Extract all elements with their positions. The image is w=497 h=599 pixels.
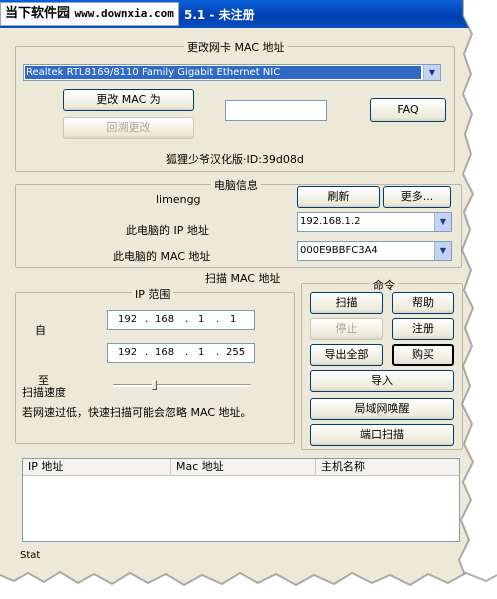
buy-button[interactable]: 购买 (392, 344, 454, 366)
chevron-down-icon[interactable]: ▼ (434, 242, 451, 260)
change-mac-button[interactable]: 更改 MAC 为 (63, 89, 194, 111)
results-header: IP 地址 Mac 地址 主机名称 (23, 459, 459, 476)
to-ip-octet-3: 1 (198, 347, 205, 358)
to-ip-octet-2: 168 (155, 347, 175, 358)
scan-warning-text: 若网速过低，快速扫描可能会忽略 MAC 地址。 (22, 406, 252, 419)
computer-info-caption: 电脑信息 (211, 177, 261, 193)
new-mac-input[interactable] (225, 100, 327, 121)
mac-address-value: 000E9BBFC3A4 (300, 245, 378, 256)
from-ip-octet-3: 1 (198, 314, 205, 325)
mac-address-select[interactable]: 000E9BBFC3A4 ▼ (297, 241, 452, 261)
to-ip-octet-1: 192 (118, 347, 138, 358)
column-ip-address[interactable]: IP 地址 (23, 459, 171, 475)
lan-wake-button[interactable]: 局域网唤醒 (310, 398, 454, 420)
watermark-site: www.downxia.com (74, 7, 174, 20)
mac-address-label: 此电脑的 MAC 地址 (113, 250, 211, 263)
app-window: 当下软件园 www.downxia.com 5.1 - 未注册 更改网卡 MAC… (0, 0, 497, 599)
stop-button[interactable]: 停止 (310, 318, 383, 340)
status-bar: Stat (20, 550, 41, 561)
column-mac-address[interactable]: Mac 地址 (171, 459, 316, 475)
ip-address-select[interactable]: 192.168.1.2 ▼ (297, 212, 452, 232)
to-ip-input[interactable]: 192 . 168 . 1 . 255 (107, 343, 255, 363)
chevron-down-icon[interactable]: ▼ (423, 65, 440, 80)
computer-name: limengg (156, 193, 201, 206)
ip-address-value: 192.168.1.2 (300, 216, 361, 227)
ip-range-caption: IP 范围 (132, 286, 174, 302)
chevron-down-icon[interactable]: ▼ (434, 213, 451, 231)
column-host-name[interactable]: 主机名称 (316, 459, 459, 475)
scan-speed-thumb[interactable] (152, 380, 158, 390)
version-id-text: 狐狸少爷汉化版·ID:39d08d (166, 153, 304, 166)
from-ip-octet-2: 168 (155, 314, 175, 325)
import-button[interactable]: 导入 (310, 370, 454, 392)
from-ip-octet-1: 192 (118, 314, 138, 325)
commands-caption: 命令 (370, 277, 398, 293)
window-title: 5.1 - 未注册 (184, 8, 255, 22)
results-list[interactable]: IP 地址 Mac 地址 主机名称 (22, 458, 460, 542)
faq-button[interactable]: FAQ (370, 98, 446, 122)
change-mac-caption: 更改网卡 MAC 地址 (184, 39, 288, 55)
register-button[interactable]: 注册 (392, 318, 454, 340)
scan-button[interactable]: 扫描 (310, 292, 383, 314)
more-button[interactable]: 更多... (383, 186, 451, 208)
refresh-button[interactable]: 刷新 (297, 186, 380, 208)
port-scan-button[interactable]: 端口扫描 (310, 424, 454, 446)
watermark-title: 当下软件园 (5, 6, 71, 21)
adapter-selected: Realtek RTL8169/8110 Family Gigabit Ethe… (25, 66, 421, 79)
scan-speed-label: 扫描速度 (22, 386, 66, 399)
restore-change-button[interactable]: 回溯更改 (63, 117, 194, 139)
export-all-button[interactable]: 导出全部 (310, 344, 383, 366)
watermark-label: 当下软件园 www.downxia.com (0, 2, 179, 26)
title-bar[interactable]: 当下软件园 www.downxia.com 5.1 - 未注册 (0, 0, 470, 28)
scan-speed-track[interactable] (113, 384, 251, 387)
from-ip-input[interactable]: 192 . 168 . 1 . 1 (107, 310, 255, 330)
from-ip-octet-4: 1 (230, 314, 237, 325)
adapter-select[interactable]: Realtek RTL8169/8110 Family Gigabit Ethe… (23, 64, 441, 81)
help-button[interactable]: 帮助 (392, 292, 454, 314)
ip-address-label: 此电脑的 IP 地址 (126, 224, 209, 237)
from-label: 自 (35, 324, 46, 337)
scan-mac-caption: 扫描 MAC 地址 (202, 270, 284, 286)
to-ip-octet-4: 255 (226, 347, 246, 358)
